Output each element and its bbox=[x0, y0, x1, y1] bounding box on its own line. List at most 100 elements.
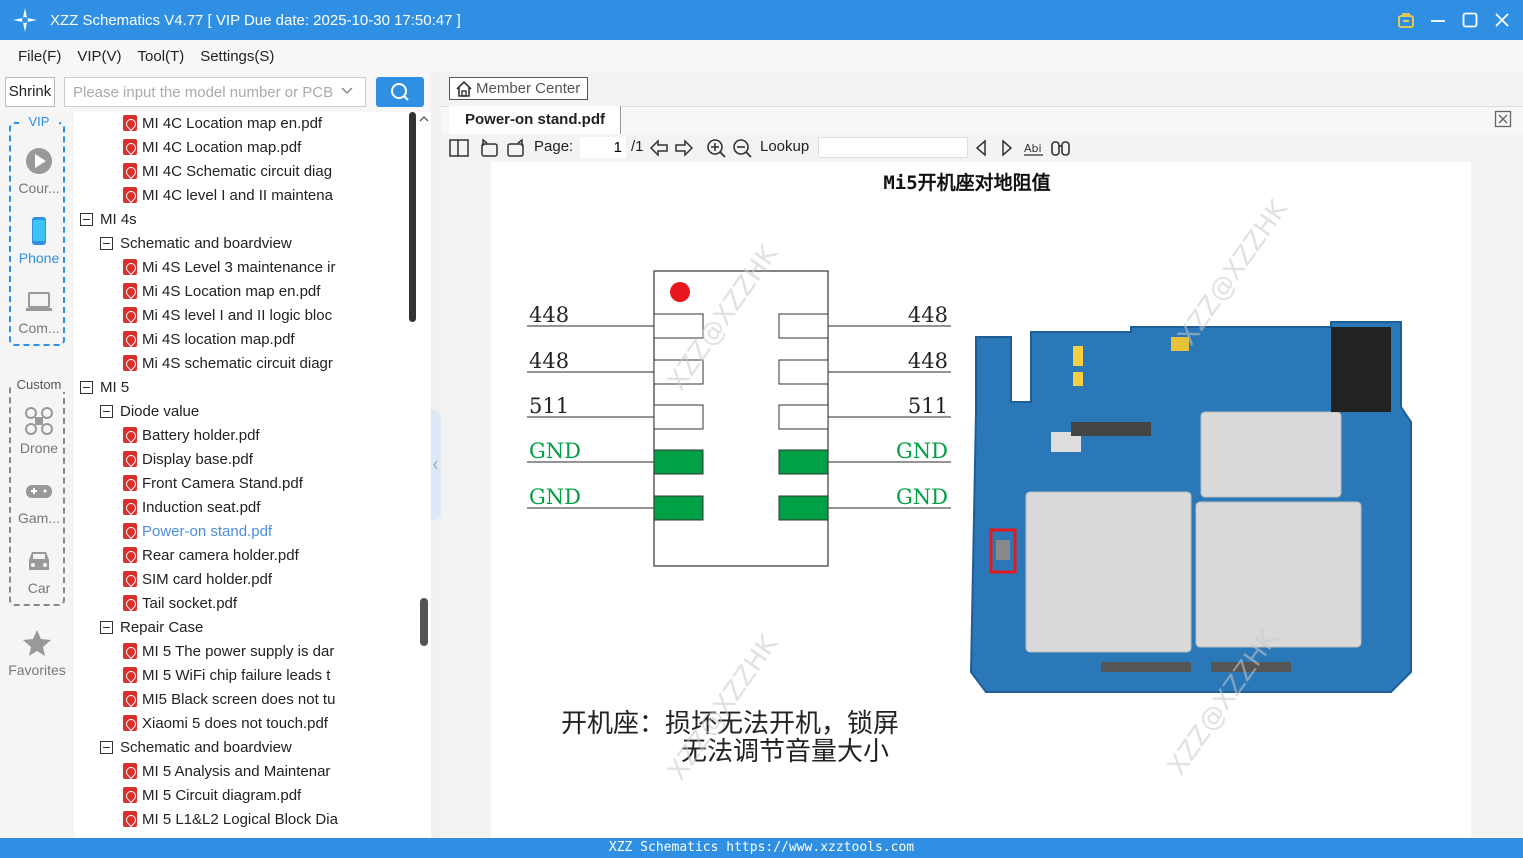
tree-file-item[interactable]: MI 4C Location map en.pdf bbox=[123, 112, 406, 136]
tree-file-item[interactable]: Xiaomi 5 does not touch.pdf bbox=[123, 712, 406, 736]
lookup-input[interactable] bbox=[818, 137, 968, 158]
tree-file-item[interactable]: Mi 4S Level 3 maintenance ir bbox=[123, 256, 406, 280]
search-input[interactable] bbox=[64, 77, 366, 107]
maximize-button[interactable] bbox=[1461, 11, 1479, 29]
rail-item-favorites[interactable]: Favorites bbox=[0, 628, 74, 678]
collapse-icon bbox=[80, 381, 93, 394]
tree-file-item[interactable]: Mi 4S level I and II logic bloc bbox=[123, 304, 406, 328]
tree-item-label: Mi 4S Level 3 maintenance ir bbox=[142, 259, 336, 276]
pdf-file-icon bbox=[123, 691, 137, 707]
tree-folder-item[interactable]: Schematic and boardview bbox=[100, 736, 404, 760]
tree-item-label: Induction seat.pdf bbox=[142, 499, 261, 516]
left-pin-pad bbox=[653, 495, 704, 521]
rotate-right-icon[interactable] bbox=[506, 137, 526, 159]
laptop-icon bbox=[26, 292, 52, 311]
tree-item-label: MI 4s bbox=[100, 211, 137, 228]
tree-file-item[interactable]: MI 5 L1&L2 Logical Block Dia bbox=[123, 808, 406, 832]
vip-box-icon[interactable] bbox=[1397, 11, 1415, 29]
tab-power-on-stand[interactable]: Power-on stand.pdf bbox=[449, 106, 621, 134]
vip-group: VIP Cour... Phone Com... bbox=[9, 114, 67, 346]
match-case-icon[interactable]: Abi bbox=[1023, 137, 1045, 159]
previous-page-icon[interactable] bbox=[648, 137, 670, 159]
menu-settings[interactable]: Settings(S) bbox=[200, 48, 274, 65]
menu-tool[interactable]: Tool(T) bbox=[138, 48, 185, 65]
rail-item-courses[interactable]: Cour... bbox=[11, 146, 67, 196]
tree-file-item[interactable]: Rear camera holder.pdf bbox=[123, 544, 406, 568]
tree-item-label: Rear camera holder.pdf bbox=[142, 547, 299, 564]
next-page-icon[interactable] bbox=[673, 137, 695, 159]
tree-file-item[interactable]: MI 4C level I and II maintena bbox=[123, 184, 406, 208]
tree-file-item[interactable]: Power-on stand.pdf bbox=[123, 520, 406, 544]
tree-scrollbar-thumb[interactable] bbox=[409, 112, 416, 322]
pdf-file-icon bbox=[123, 451, 137, 467]
splitter-collapse-handle[interactable] bbox=[431, 410, 441, 520]
tree-file-item[interactable]: MI 5 WiFi chip failure leads t bbox=[123, 664, 406, 688]
close-tabs-icon[interactable] bbox=[1494, 110, 1512, 128]
tree-item-label: Schematic and boardview bbox=[120, 739, 292, 756]
tree-file-item[interactable]: Front Camera Stand.pdf bbox=[123, 472, 406, 496]
tree-item-label: Diode value bbox=[120, 403, 200, 420]
search-button[interactable] bbox=[376, 77, 424, 107]
title-bar: XZZ Schematics V4.77 [ VIP Due date: 202… bbox=[0, 0, 1523, 40]
pdf-file-icon bbox=[123, 523, 137, 539]
pdf-file-icon bbox=[123, 427, 137, 443]
scroll-up-icon[interactable] bbox=[419, 114, 429, 124]
sidebar-toggle-icon[interactable] bbox=[449, 137, 469, 159]
chevron-down-icon[interactable] bbox=[340, 84, 354, 98]
tree-file-item[interactable]: SIM card holder.pdf bbox=[123, 568, 406, 592]
tree-file-item[interactable]: Display base.pdf bbox=[123, 448, 406, 472]
tree-folder-item[interactable]: Schematic and boardview bbox=[100, 232, 404, 256]
pdf-file-icon bbox=[123, 763, 137, 779]
shrink-button[interactable]: Shrink bbox=[5, 77, 55, 107]
member-center-button[interactable]: Member Center bbox=[449, 77, 588, 100]
right-pin-pad bbox=[778, 449, 829, 475]
tree-item-label: MI 5 The power supply is dar bbox=[142, 643, 335, 660]
left-pin-group: 448 448 511 GND GND bbox=[527, 303, 704, 521]
rail-item-game[interactable]: Gam... bbox=[11, 476, 67, 526]
menu-vip[interactable]: VIP(V) bbox=[77, 48, 121, 65]
rotate-left-icon[interactable] bbox=[479, 137, 499, 159]
tree-file-item[interactable]: Tail socket.pdf bbox=[123, 592, 406, 616]
tree-file-item[interactable]: Battery holder.pdf bbox=[123, 424, 406, 448]
tree-folder-item[interactable]: MI 5 bbox=[80, 376, 404, 400]
find-next-icon[interactable] bbox=[998, 137, 1016, 159]
rail-item-phone[interactable]: Phone bbox=[11, 216, 67, 266]
collapse-icon bbox=[100, 237, 113, 250]
tree-file-item[interactable]: MI 5 The power supply is dar bbox=[123, 640, 406, 664]
close-button[interactable] bbox=[1493, 11, 1511, 29]
tree-folder-item[interactable]: Repair Case bbox=[100, 616, 404, 640]
menu-file[interactable]: File(F) bbox=[18, 48, 61, 65]
zoom-in-icon[interactable] bbox=[705, 137, 727, 159]
pdf-file-icon bbox=[123, 643, 137, 659]
tree-file-item[interactable]: Mi 4S Location map en.pdf bbox=[123, 280, 406, 304]
tree-folder-item[interactable]: Diode value bbox=[100, 400, 404, 424]
tree-file-item[interactable]: MI 5 Analysis and Maintenar bbox=[123, 760, 406, 784]
minimize-button[interactable] bbox=[1429, 11, 1447, 29]
home-icon bbox=[456, 80, 472, 97]
page-number-input[interactable] bbox=[580, 137, 626, 158]
rail-item-drone[interactable]: Drone bbox=[11, 406, 67, 456]
lookup-label: Lookup bbox=[760, 138, 810, 155]
tree-item-label: MI 5 Circuit diagram.pdf bbox=[142, 787, 302, 804]
zoom-out-icon[interactable] bbox=[731, 137, 753, 159]
tree-file-item[interactable]: MI 5 Circuit diagram.pdf bbox=[123, 784, 406, 808]
star-icon bbox=[23, 630, 51, 656]
rail-item-car[interactable]: Car bbox=[11, 546, 67, 596]
tree-file-item[interactable]: MI 4C Location map.pdf bbox=[123, 136, 406, 160]
tree-file-item[interactable]: Induction seat.pdf bbox=[123, 496, 406, 520]
find-all-icon[interactable] bbox=[1050, 137, 1072, 159]
pdf-file-icon bbox=[123, 163, 137, 179]
tree-file-item[interactable]: Mi 4S location map.pdf bbox=[123, 328, 406, 352]
find-previous-icon[interactable] bbox=[972, 137, 990, 159]
tree-scrollbar-thumb-outer[interactable] bbox=[420, 598, 428, 646]
tree-item-label: Display base.pdf bbox=[142, 451, 253, 468]
tree-folder-item[interactable]: MI 4s bbox=[80, 208, 404, 232]
tree-file-item[interactable]: Mi 4S schematic circuit diagr bbox=[123, 352, 406, 376]
tree-file-item[interactable]: MI5 Black screen does not tu bbox=[123, 688, 406, 712]
tree-file-item[interactable]: MI 4C Schematic circuit diag bbox=[123, 160, 406, 184]
pdf-file-icon bbox=[123, 547, 137, 563]
pdf-file-icon bbox=[123, 331, 137, 347]
pdf-file-icon bbox=[123, 787, 137, 803]
rail-item-computer[interactable]: Com... bbox=[11, 286, 67, 336]
tree-item-label: MI 5 L1&L2 Logical Block Dia bbox=[142, 811, 338, 828]
